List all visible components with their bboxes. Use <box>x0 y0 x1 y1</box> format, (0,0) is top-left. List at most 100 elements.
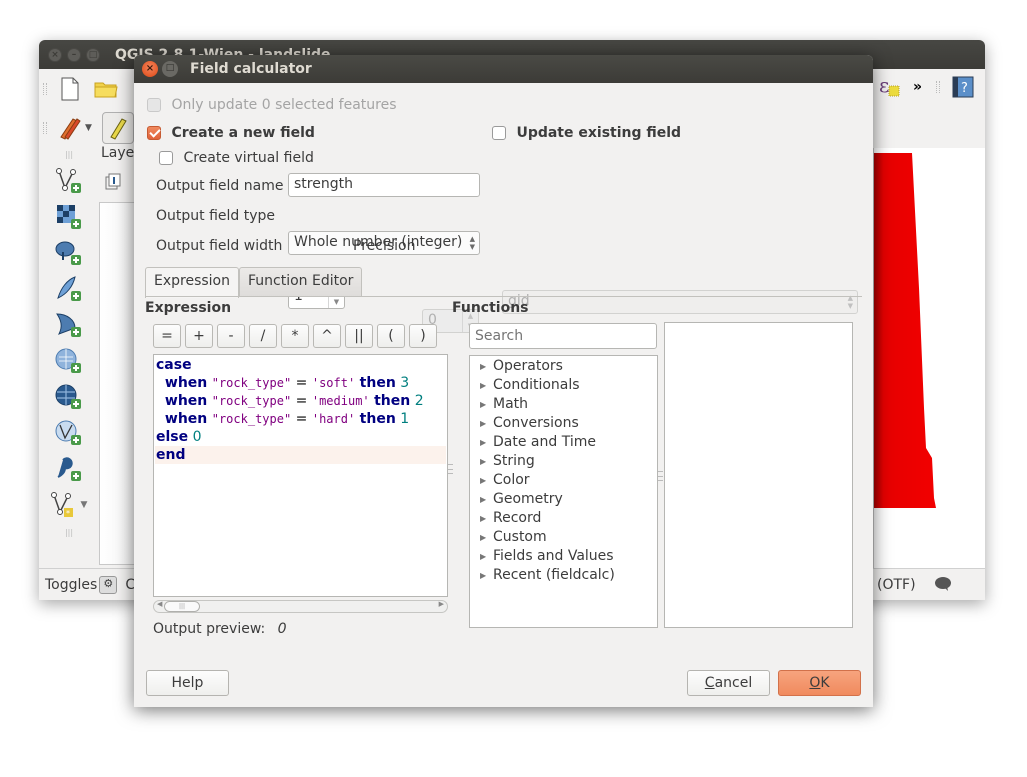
expand-arrow-icon[interactable]: ▶ <box>480 414 493 433</box>
create-virtual-field-checkbox[interactable] <box>159 151 173 165</box>
function-group-item[interactable]: ▶ Conditionals <box>470 376 657 395</box>
function-group-item[interactable]: ▶ Custom <box>470 528 657 547</box>
function-group-item[interactable]: ▶ Color <box>470 471 657 490</box>
new-shapefile-layer-icon[interactable]: * ▼ <box>47 492 91 518</box>
add-postgis-layer-icon[interactable] <box>54 240 84 266</box>
function-group-item[interactable]: ▶ Math <box>470 395 657 414</box>
operator-concat-button[interactable]: || <box>345 324 373 348</box>
toolbar-grip[interactable]: ||| <box>65 151 73 159</box>
function-group-item[interactable]: ▶ Recent (fieldcalc) <box>470 566 657 585</box>
output-field-name-input[interactable]: strength <box>288 173 480 197</box>
window-minimize-button[interactable]: – <box>67 47 81 62</box>
splitter-handle[interactable] <box>448 464 453 474</box>
function-group-item[interactable]: ▶ String <box>470 452 657 471</box>
toolbar-overflow-chevron-icon[interactable]: » <box>913 79 922 95</box>
function-tree[interactable]: ▶ Operators ▶ Conditionals ▶ Math ▶ Conversions… <box>469 355 658 628</box>
expand-arrow-icon[interactable]: ▶ <box>480 566 493 585</box>
expand-arrow-icon[interactable]: ▶ <box>480 509 493 528</box>
operator-open-paren-button[interactable]: ( <box>377 324 405 348</box>
operator-divide-button[interactable]: / <box>249 324 277 348</box>
add-vector-layer-icon[interactable] <box>54 168 84 194</box>
digitize-pencils-icon[interactable] <box>57 115 83 141</box>
dropdown-arrow-icon[interactable]: ▼ <box>81 500 88 510</box>
expand-arrow-icon[interactable]: ▶ <box>480 528 493 547</box>
window-maximize-button[interactable]: □ <box>86 47 100 62</box>
expand-arrow-icon[interactable]: ▶ <box>480 433 493 452</box>
add-wfs-layer-icon[interactable] <box>54 420 84 446</box>
function-group-label: Date and Time <box>493 434 596 450</box>
help-button[interactable]: Help <box>146 670 229 696</box>
open-project-icon[interactable] <box>93 76 119 102</box>
layers-panel-toolbar-icon[interactable] <box>105 173 123 195</box>
expand-arrow-icon[interactable]: ▶ <box>480 471 493 490</box>
expression-line[interactable]: else 0 <box>155 428 446 446</box>
ok-button[interactable]: OK <box>778 670 861 696</box>
dialog-titlebar: × □ Field calculator <box>134 55 873 83</box>
toggle-editing-icon[interactable] <box>101 112 134 144</box>
toolbar-grip[interactable]: ||| <box>65 528 73 537</box>
add-raster-layer-icon[interactable] <box>54 204 84 230</box>
splitter-handle[interactable] <box>658 471 663 481</box>
expression-token-kw: end <box>156 447 186 463</box>
new-project-icon[interactable] <box>57 76 83 102</box>
cancel-button[interactable]: Cancel <box>687 670 770 696</box>
expand-arrow-icon[interactable]: ▶ <box>480 395 493 414</box>
status-crs-label[interactable]: (OTF) <box>877 577 916 593</box>
expand-arrow-icon[interactable]: ▶ <box>480 376 493 395</box>
expression-line[interactable]: when "rock_type" = 'hard' then 1 <box>155 410 446 428</box>
expand-arrow-icon[interactable]: ▶ <box>480 452 493 471</box>
output-preview-label: Output preview: <box>153 621 266 637</box>
add-spatialite-layer-icon[interactable] <box>54 276 84 302</box>
expression-line[interactable]: when "rock_type" = 'soft' then 3 <box>155 374 446 392</box>
expression-select-icon[interactable]: ε <box>877 74 903 100</box>
add-mssql-layer-icon[interactable] <box>54 312 84 338</box>
scroll-left-arrow-icon[interactable]: ◀ <box>157 600 162 608</box>
expression-line[interactable]: end <box>155 446 446 464</box>
expression-editor[interactable]: case when "rock_type" = 'soft' then 3 wh… <box>153 354 448 597</box>
expand-arrow-icon[interactable]: ▶ <box>480 357 493 376</box>
dialog-close-button[interactable]: × <box>142 61 158 77</box>
tab-expression[interactable]: Expression <box>145 267 239 298</box>
expression-line[interactable]: case <box>155 356 446 374</box>
add-delimited-text-layer-icon[interactable] <box>54 456 84 482</box>
toolbar-grip[interactable] <box>936 81 941 93</box>
scrollbar-thumb[interactable]: ||| <box>164 601 200 612</box>
only-update-selected-checkbox[interactable] <box>147 98 161 112</box>
function-group-item[interactable]: ▶ Fields and Values <box>470 547 657 566</box>
existing-field-select[interactable]: gid ▲ ▼ <box>502 290 858 314</box>
function-group-item[interactable]: ▶ Geometry <box>470 490 657 509</box>
scroll-right-arrow-icon[interactable]: ▶ <box>439 600 444 608</box>
map-canvas[interactable] <box>873 148 985 568</box>
dropdown-arrow-icon[interactable]: ▼ <box>85 123 92 133</box>
expression-token-sp <box>156 411 165 427</box>
expand-arrow-icon[interactable]: ▶ <box>480 547 493 566</box>
operator-multiply-button[interactable]: * <box>281 324 309 348</box>
operator-power-button[interactable]: ^ <box>313 324 341 348</box>
toolbar-grip[interactable] <box>43 83 47 95</box>
function-search-input[interactable] <box>469 323 657 349</box>
operator-equals-button[interactable]: = <box>153 324 181 348</box>
expression-horizontal-scrollbar[interactable]: ◀ ||| ▶ <box>153 600 448 613</box>
function-group-item[interactable]: ▶ Record <box>470 509 657 528</box>
expand-arrow-icon[interactable]: ▶ <box>480 490 493 509</box>
toolbar-grip[interactable] <box>43 122 47 134</box>
help-icon[interactable]: ? <box>950 74 976 100</box>
function-group-item[interactable]: ▶ Conversions <box>470 414 657 433</box>
dialog-maximize-button[interactable]: □ <box>162 61 178 77</box>
create-new-field-checkbox[interactable] <box>147 126 161 140</box>
window-close-button[interactable]: × <box>48 47 62 62</box>
operator-close-paren-button[interactable]: ) <box>409 324 437 348</box>
function-group-item[interactable]: ▶ Operators <box>470 357 657 376</box>
tab-function-editor[interactable]: Function Editor <box>239 267 363 297</box>
operator-minus-button[interactable]: - <box>217 324 245 348</box>
operator-plus-button[interactable]: + <box>185 324 213 348</box>
expression-token-num: 2 <box>414 393 424 409</box>
only-update-selected-row: Only update 0 selected features <box>147 97 397 113</box>
status-render-icon[interactable]: ⚙ <box>99 575 118 594</box>
expression-line[interactable]: when "rock_type" = 'medium' then 2 <box>155 392 446 410</box>
function-group-item[interactable]: ▶ Date and Time <box>470 433 657 452</box>
messages-icon[interactable] <box>934 576 952 596</box>
add-wms-layer-icon[interactable] <box>54 348 84 374</box>
update-existing-field-checkbox[interactable] <box>492 126 506 140</box>
add-wcs-layer-icon[interactable] <box>54 384 84 410</box>
